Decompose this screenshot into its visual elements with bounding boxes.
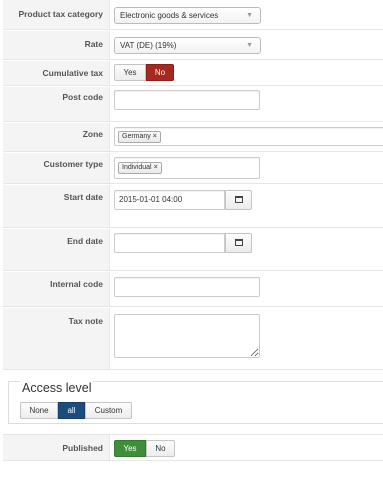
chevron-down-icon: ▼	[246, 42, 253, 49]
tax-note-label: Tax note	[3, 308, 110, 369]
end-date-input[interactable]	[114, 233, 225, 253]
access-none-button[interactable]: None	[20, 402, 58, 419]
post-code-input[interactable]	[114, 90, 260, 110]
published-yes-button[interactable]: Yes	[114, 440, 146, 457]
access-custom-button[interactable]: Custom	[85, 402, 132, 419]
access-all-button[interactable]: all	[58, 402, 85, 419]
row-rate: Rate VAT (DE) (19%) ▼	[3, 31, 383, 60]
zone-multiselect[interactable]: Germany ×	[114, 127, 383, 146]
customer-type-multiselect[interactable]: Individual ×	[114, 157, 260, 179]
cumulative-tax-label: Cumulative tax	[3, 61, 110, 85]
customer-type-tag-label: Individual	[122, 164, 152, 171]
product-tax-category-label: Product tax category	[3, 0, 110, 29]
start-date-input[interactable]: 2015-01-01 04:00	[114, 190, 225, 210]
row-customer-type: Customer type Individual ×	[3, 153, 383, 184]
row-zone: Zone Germany ×	[3, 123, 383, 152]
start-date-calendar-button[interactable]	[225, 190, 252, 210]
end-date-label: End date	[3, 229, 110, 270]
row-published: Published Yes No	[3, 434, 383, 461]
internal-code-input[interactable]	[114, 277, 260, 297]
row-product-tax-category: Product tax category Electronic goods & …	[3, 0, 383, 30]
row-internal-code: Internal code	[3, 272, 383, 307]
customer-type-label: Customer type	[3, 153, 110, 183]
chevron-down-icon: ▼	[246, 12, 253, 19]
published-no-button[interactable]: No	[146, 440, 175, 457]
rate-label: Rate	[3, 31, 110, 59]
product-tax-category-value: Electronic goods & services	[120, 11, 219, 20]
product-tax-category-select[interactable]: Electronic goods & services ▼	[114, 7, 261, 24]
calendar-icon	[234, 196, 243, 203]
row-post-code: Post code	[3, 87, 383, 122]
end-date-calendar-button[interactable]	[225, 233, 252, 253]
customer-type-tag-individual: Individual ×	[118, 162, 162, 174]
rate-value: VAT (DE) (19%)	[120, 41, 177, 50]
internal-code-label: Internal code	[3, 272, 110, 306]
row-cumulative-tax: Cumulative tax Yes No	[3, 61, 383, 86]
row-end-date: End date	[3, 229, 383, 271]
zone-label: Zone	[3, 123, 110, 151]
post-code-label: Post code	[3, 87, 110, 121]
tag-remove-icon[interactable]: ×	[153, 133, 157, 140]
row-tax-note: Tax note	[3, 308, 383, 370]
cumulative-tax-no-button[interactable]: No	[146, 64, 174, 81]
tag-remove-icon[interactable]: ×	[154, 164, 158, 171]
zone-tag-germany: Germany ×	[118, 131, 161, 143]
zone-tag-label: Germany	[122, 133, 151, 140]
tax-note-textarea[interactable]	[114, 314, 260, 358]
cumulative-tax-yes-button[interactable]: Yes	[114, 64, 146, 81]
published-label: Published	[3, 435, 110, 460]
start-date-label: Start date	[3, 185, 110, 227]
row-start-date: Start date 2015-01-01 04:00	[3, 185, 383, 228]
calendar-icon	[234, 239, 243, 246]
rate-select[interactable]: VAT (DE) (19%) ▼	[114, 37, 261, 54]
access-level-legend: Access level	[20, 381, 94, 395]
